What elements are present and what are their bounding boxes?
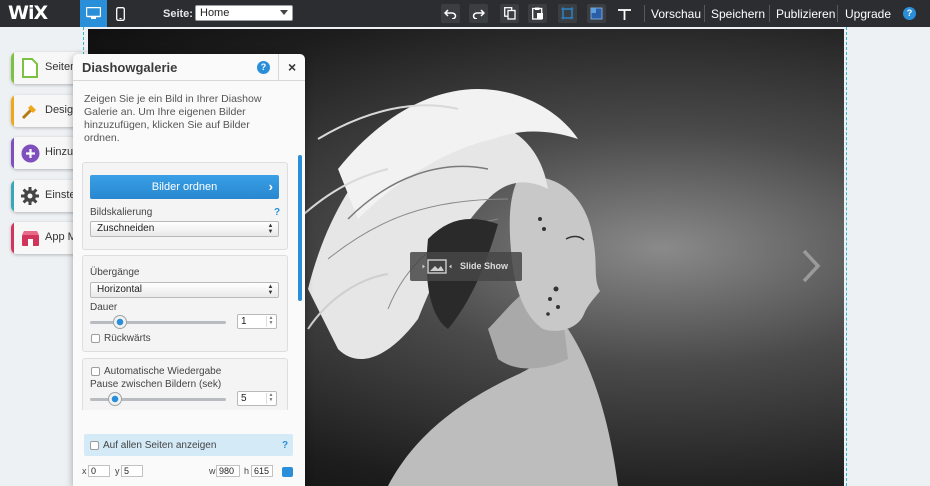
- app-market-icon: [19, 227, 41, 249]
- scaling-select[interactable]: Zuschneiden ▲ ▼: [90, 221, 279, 237]
- panel-title: Diashowgalerie: [82, 60, 178, 75]
- y-input[interactable]: 5: [121, 465, 143, 477]
- close-icon: ×: [288, 59, 297, 75]
- x-label: x: [82, 466, 87, 476]
- show-on-all-pages-checkbox[interactable]: [90, 441, 99, 450]
- chevron-right-icon: ›: [268, 179, 273, 194]
- slideshow-settings-panel: Diashowgalerie ? × Zeigen Sie je ein Bil…: [73, 54, 305, 486]
- all-pages-help-icon[interactable]: ?: [282, 440, 288, 451]
- lock-ratio-icon[interactable]: [282, 467, 293, 477]
- desktop-icon: [86, 7, 101, 19]
- help-button[interactable]: ?: [903, 7, 916, 20]
- wix-logo: WiX: [8, 2, 48, 24]
- transitions-select-value: Horizontal: [97, 284, 143, 295]
- slideshow-label-badge: Slide Show: [410, 252, 522, 281]
- page-guide-right: [846, 27, 847, 486]
- undo-button[interactable]: [441, 4, 460, 23]
- rail-accent-stripe: [11, 95, 14, 127]
- brush-icon: [19, 100, 41, 122]
- transitions-label: Übergänge: [90, 267, 140, 278]
- toolbar-divider: [837, 5, 838, 22]
- gear-icon: [19, 185, 41, 207]
- w-label: w: [209, 466, 216, 476]
- h-label: h: [244, 466, 250, 476]
- snap-icon: [590, 7, 603, 20]
- plus-circle-icon: [19, 142, 41, 164]
- autoplay-label: Automatische Wiedergabe: [104, 366, 222, 377]
- redo-icon: [472, 9, 485, 19]
- rail-item-label: Seiten: [45, 61, 77, 73]
- copy-icon: [503, 7, 516, 20]
- width-input[interactable]: 980: [216, 465, 240, 477]
- select-arrows-icon: ▲ ▼: [267, 223, 274, 235]
- ruler-button[interactable]: [615, 4, 634, 23]
- stepper-icon: ▲ ▼: [266, 393, 275, 404]
- upgrade-button[interactable]: Upgrade: [845, 7, 891, 21]
- backwards-checkbox[interactable]: [91, 334, 100, 343]
- chevron-down-icon: [280, 10, 288, 15]
- backwards-label: Rückwärts: [104, 333, 151, 344]
- toolbar-divider: [769, 5, 770, 22]
- organize-images-label: Bilder ordnen: [151, 181, 218, 193]
- show-on-all-pages-label: Auf allen Seiten anzeigen: [103, 440, 217, 451]
- panel-description: Zeigen Sie je ein Bild in Ihrer Diashow …: [84, 93, 262, 144]
- slideshow-icon: [422, 259, 452, 274]
- gridlines-icon: [561, 7, 574, 20]
- paste-button[interactable]: [528, 4, 547, 23]
- panel-close-button[interactable]: ×: [278, 54, 305, 81]
- duration-label: Dauer: [90, 302, 118, 313]
- preview-button[interactable]: Vorschau: [651, 7, 701, 21]
- duration-slider-handle[interactable]: [113, 315, 127, 329]
- y-label: y: [115, 466, 120, 476]
- scaling-help-icon[interactable]: ?: [274, 207, 280, 218]
- toolbar-divider: [644, 5, 645, 22]
- page-select[interactable]: Home: [195, 5, 293, 21]
- duration-input[interactable]: 1 ▲ ▼: [237, 314, 277, 329]
- publish-button[interactable]: Publizieren: [776, 7, 835, 21]
- rail-accent-stripe: [11, 180, 14, 212]
- undo-icon: [444, 9, 457, 19]
- ruler-icon: [618, 9, 631, 20]
- pause-input[interactable]: 5 ▲ ▼: [237, 391, 277, 406]
- save-button[interactable]: Speichern: [711, 7, 765, 21]
- top-toolbar: WiX Seite: Home Vorschau Speichern Publi…: [0, 0, 930, 27]
- duration-value: 1: [241, 316, 247, 327]
- mobile-view-button[interactable]: [107, 0, 134, 27]
- pause-label: Pause zwischen Bildern (sek): [90, 379, 222, 390]
- page-select-value: Home: [200, 7, 230, 19]
- height-input[interactable]: 615: [251, 465, 273, 477]
- duration-slider-track[interactable]: [90, 321, 226, 324]
- pause-value: 5: [241, 393, 247, 404]
- panel-help-button[interactable]: ?: [257, 61, 270, 74]
- x-input[interactable]: 0: [88, 465, 110, 477]
- gridlines-button[interactable]: [558, 4, 577, 23]
- autoplay-checkbox[interactable]: [91, 367, 100, 376]
- transitions-select[interactable]: Horizontal ▲ ▼: [90, 282, 279, 298]
- slideshow-label: Slide Show: [460, 261, 509, 271]
- stepper-icon: ▲ ▼: [266, 316, 275, 327]
- select-arrows-icon: ▲ ▼: [267, 284, 274, 296]
- rail-accent-stripe: [11, 222, 14, 254]
- page-label: Seite:: [163, 8, 193, 20]
- toolbar-divider: [704, 5, 705, 22]
- rail-accent-stripe: [11, 52, 14, 84]
- redo-button[interactable]: [469, 4, 488, 23]
- pause-slider-handle[interactable]: [108, 392, 122, 406]
- slideshow-next-arrow-icon[interactable]: [796, 248, 826, 284]
- desktop-view-button[interactable]: [80, 0, 107, 27]
- pages-icon: [19, 57, 41, 79]
- copy-button[interactable]: [500, 4, 519, 23]
- rail-accent-stripe: [11, 137, 14, 169]
- paste-icon: [531, 7, 543, 20]
- organize-images-button[interactable]: Bilder ordnen ›: [90, 175, 279, 199]
- panel-header: Diashowgalerie ? ×: [73, 54, 305, 81]
- toggle-snap-button[interactable]: [587, 4, 606, 23]
- panel-scrollbar-thumb[interactable]: [298, 155, 302, 301]
- mobile-icon: [116, 6, 125, 21]
- scaling-select-value: Zuschneiden: [97, 223, 155, 234]
- scaling-label: Bildskalierung: [90, 207, 153, 218]
